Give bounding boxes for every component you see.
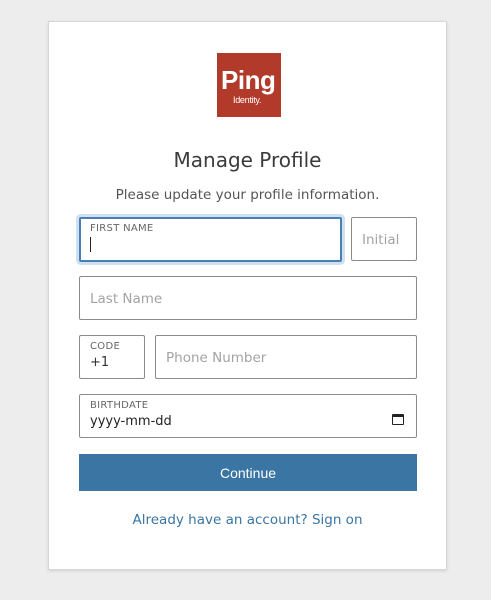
calendar-icon[interactable] (392, 414, 404, 425)
last-name-field[interactable]: Last Name (79, 276, 417, 320)
ping-identity-logo: Ping Identity. (217, 53, 281, 117)
birthdate-value: yyyy-mm-dd (90, 414, 172, 429)
page-title: Manage Profile (173, 148, 322, 172)
logo-sub-text: Identity. (233, 95, 262, 105)
text-caret (90, 237, 91, 252)
last-name-placeholder: Last Name (90, 291, 163, 307)
country-code-field[interactable]: CODE +1 (79, 335, 145, 379)
birthdate-field[interactable]: BIRTHDATE yyyy-mm-dd (79, 394, 417, 438)
phone-number-field[interactable]: Phone Number (155, 335, 417, 379)
birthdate-label: BIRTHDATE (90, 400, 149, 411)
first-name-field[interactable]: FIRST NAME (79, 217, 342, 262)
phone-placeholder: Phone Number (166, 350, 267, 366)
profile-card: Ping Identity. Manage Profile Please upd… (48, 21, 447, 570)
first-name-label: FIRST NAME (90, 223, 154, 234)
page-subtitle: Please update your profile information. (115, 187, 380, 203)
continue-button[interactable]: Continue (79, 454, 417, 491)
code-label: CODE (90, 341, 121, 352)
initial-placeholder: Initial (362, 232, 400, 248)
initial-field[interactable]: Initial (351, 217, 417, 261)
sign-on-link[interactable]: Already have an account? Sign on (49, 512, 446, 528)
logo-main-text: Ping (221, 65, 276, 95)
code-value: +1 (90, 355, 110, 370)
